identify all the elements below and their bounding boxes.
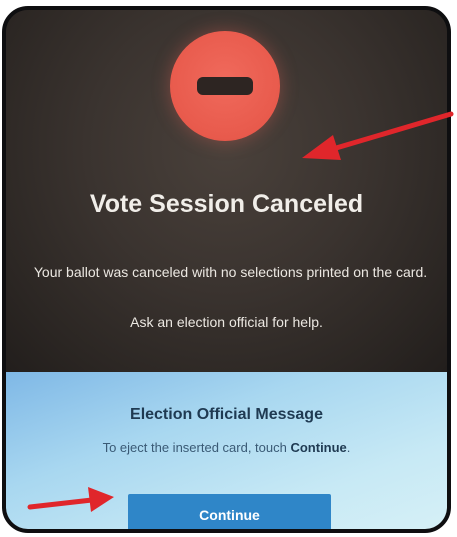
message-emphasis: Continue xyxy=(290,440,347,455)
page-title: Vote Session Canceled xyxy=(89,190,364,218)
cancel-panel: Vote Session Canceled Your ballot was ca… xyxy=(6,10,447,372)
help-text: Ask an election official for help. xyxy=(130,314,323,330)
message-prefix: To eject the inserted card, touch xyxy=(102,440,291,455)
cancel-description: Your ballot was canceled with no selecti… xyxy=(33,264,428,280)
cancel-circle-icon xyxy=(170,31,280,141)
official-message-panel: Election Official Message To eject the i… xyxy=(6,372,447,529)
official-message-title: Election Official Message xyxy=(130,406,323,423)
continue-button[interactable]: Continue xyxy=(128,494,331,529)
official-message-text: To eject the inserted card, touch Contin… xyxy=(6,440,447,455)
device-screen: Vote Session Canceled Your ballot was ca… xyxy=(2,6,451,533)
cancel-bar xyxy=(197,77,253,95)
message-suffix: . xyxy=(346,440,351,455)
